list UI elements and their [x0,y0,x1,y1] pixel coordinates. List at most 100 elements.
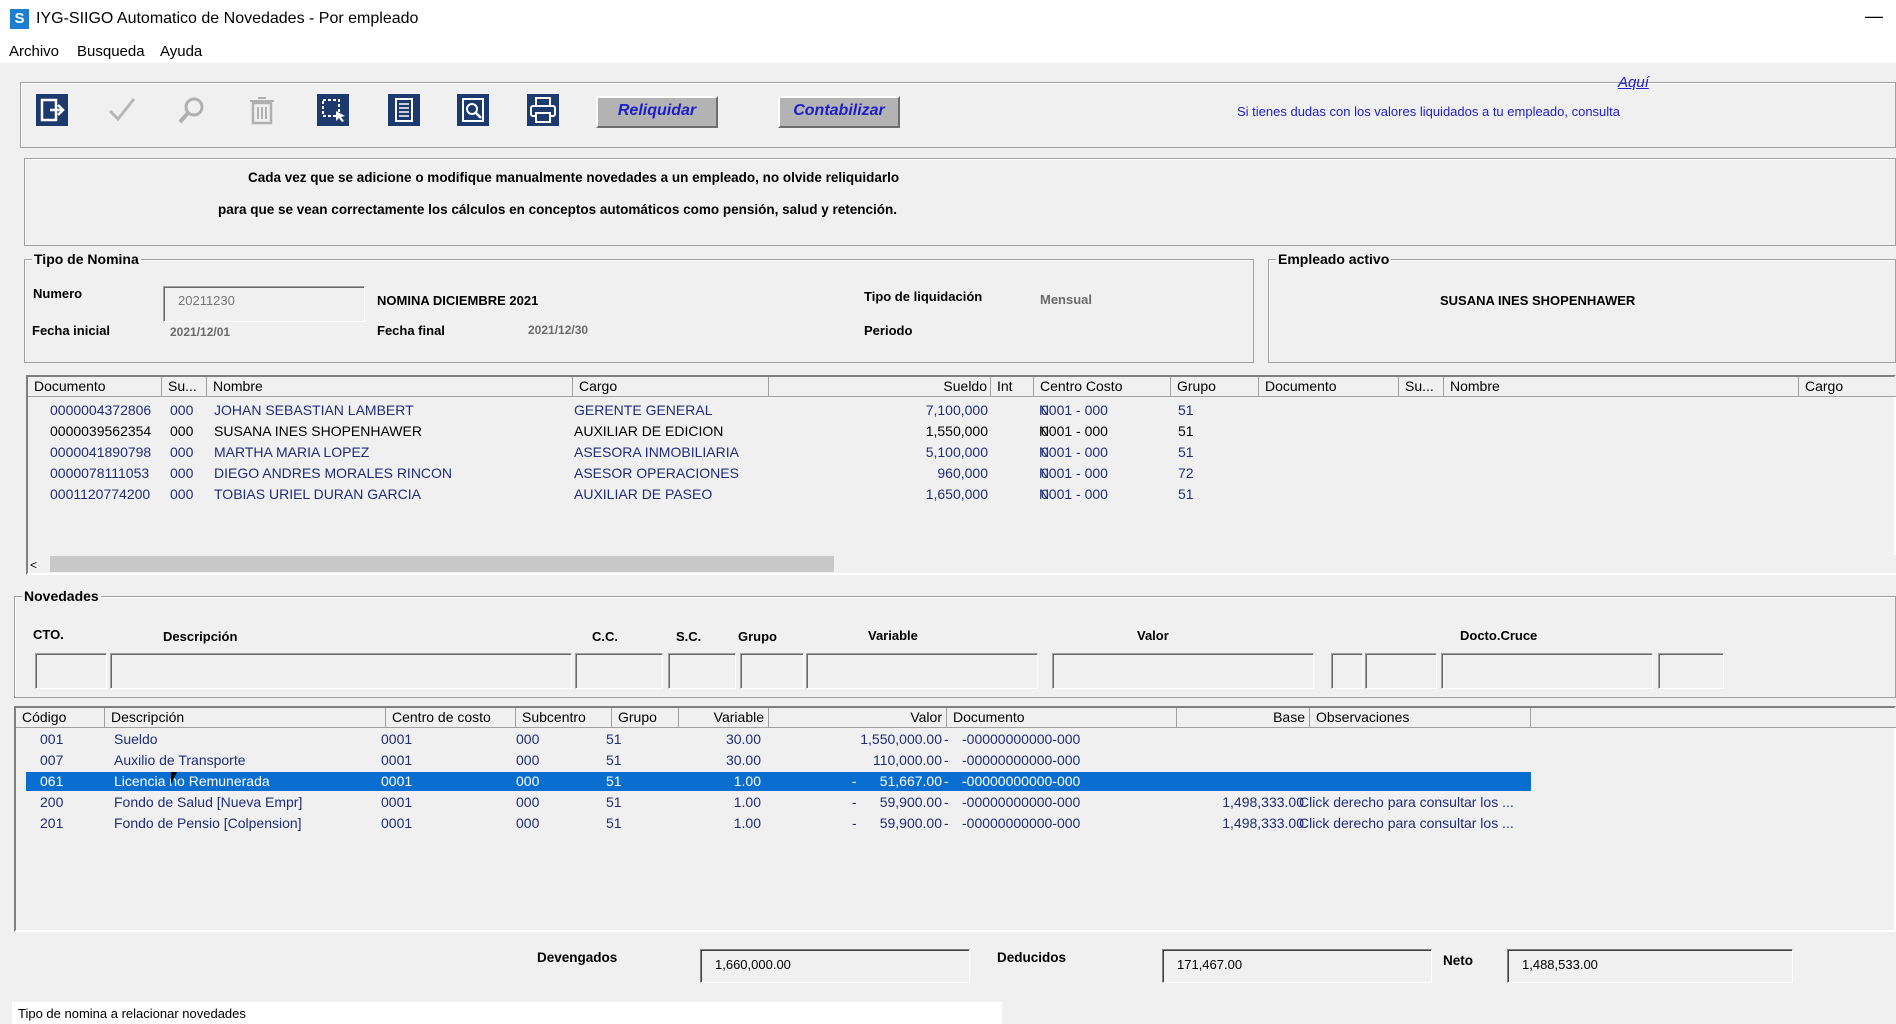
help-text: Si tienes dudas con los valores liquidad… [1237,104,1621,119]
cto-input[interactable] [35,653,107,689]
menu-busqueda[interactable]: Busqueda [77,43,145,60]
delete-button[interactable] [242,90,282,130]
fecha-final-value: 2021/12/30 [528,323,589,337]
print-button[interactable] [523,90,563,130]
valor-label: Valor [1137,628,1169,643]
preview-button[interactable] [453,90,493,130]
cc-input[interactable] [575,653,663,689]
search-icon [178,97,204,124]
scroll-left-icon[interactable]: < [30,558,37,572]
detail-header-3[interactable]: Subcentro [516,708,612,728]
detail-cell: 59,900.00 [879,815,942,831]
employee-cell: AUXILIAR DE EDICION [574,423,724,439]
employees-header-8[interactable]: Documento [1259,377,1399,397]
employees-header-4[interactable]: Sueldo [769,377,991,397]
detail-cell: 59,900.00 [879,794,942,810]
select-button[interactable] [313,90,353,130]
employees-header-6[interactable]: Centro Costo [1034,377,1171,397]
employee-cell: ASESORA INMOBILIARIA [574,444,739,460]
document-button[interactable] [384,90,424,130]
preview-icon [457,94,489,126]
menu-ayuda[interactable]: Ayuda [160,43,202,60]
detail-header-9[interactable]: Observaciones [1310,708,1531,728]
exit-button[interactable] [32,90,72,130]
employee-cell: 0000078111053 [50,465,150,481]
empleado-activo-label: Empleado activo [1276,251,1392,267]
help-link[interactable]: Aquí [1618,74,1649,91]
employee-cell: 7,100,000 [925,402,988,418]
employee-cell: 0000041890798 [50,444,152,460]
novedades-detail-grid[interactable]: Código Descripción Centro de costo Subcentr… [14,706,1896,932]
detail-cell: 1.00 [733,773,761,789]
detail-header-7[interactable]: Documento [947,708,1177,728]
employees-header-9[interactable]: Su... [1399,377,1444,397]
docto-cruce-prefix-input[interactable] [1365,653,1437,689]
detail-header-4[interactable]: Grupo [612,708,679,728]
employee-cell: 72 [1178,465,1194,481]
employees-grid[interactable]: Documento Su... Nombre Cargo Sueldo Int Centro… [26,375,1896,575]
detail-cell [1176,729,1304,750]
empleado-activo-name: SUSANA INES SHOPENHAWER [1440,293,1636,308]
employee-cell: ASESOR OPERACIONES [574,465,739,481]
employee-cell: 000 [170,465,194,481]
minimize-button[interactable]: — [1862,4,1886,30]
app-logo-icon: S [10,9,29,29]
detail-cell: 1.00 [733,794,761,810]
reliquidar-button[interactable]: Reliquidar [596,96,718,128]
grupo-input[interactable] [740,653,804,689]
employee-cell: 0001 - 000 [1041,465,1108,481]
employee-cell: 0000039562354 [50,423,152,439]
employees-header-0[interactable]: Documento [28,377,162,397]
detail-header-1[interactable]: Descripción [105,708,386,728]
employee-cell: 000 [170,402,194,418]
detail-cell: 200 [40,794,64,810]
numero-field[interactable]: 20211230 [163,286,365,322]
employees-header-10[interactable]: Nombre [1444,377,1799,397]
docto-cruce-number-input[interactable] [1441,653,1653,689]
detail-cell: Sueldo [114,731,158,747]
employees-header-1[interactable]: Su... [162,377,207,397]
detail-header-6[interactable]: Valor [769,708,947,728]
contabilizar-button[interactable]: Contabilizar [778,96,900,128]
devengados-label: Devengados [537,950,618,965]
tipo-nomina-label: Tipo de Nomina [32,251,141,267]
descripcion-label: Descripción [163,629,238,644]
numero-label: Numero [33,286,83,301]
devengados-field: 1,660,000.00 [700,949,970,983]
detail-cell: 51 [606,773,622,789]
detail-header-2[interactable]: Centro de costo [386,708,516,728]
detail-cell: Fondo de Pensio [Colpension] [114,815,302,831]
detail-cell: 0001 [381,731,413,747]
variable-input[interactable] [806,653,1038,689]
search-button[interactable] [172,90,212,130]
employees-header-3[interactable]: Cargo [573,377,769,397]
employees-scroll-thumb[interactable] [50,556,834,572]
accept-button[interactable] [102,90,142,130]
docto-cruce-suffix-input[interactable] [1658,653,1724,689]
detail-header-0[interactable]: Código [16,708,105,728]
novedades-label: Novedades [22,588,101,604]
detail-cell: - [944,815,949,831]
menu-archivo[interactable]: Archivo [9,43,59,60]
select-icon [317,94,349,126]
detail-cell: 007 [40,752,64,768]
employees-header-7[interactable]: Grupo [1171,377,1259,397]
detail-cell: - [944,752,949,768]
sc-input[interactable] [668,653,736,689]
window-title: IYG-SIIGO Automatico de Novedades - Por … [36,10,419,27]
employees-header-2[interactable]: Nombre [207,377,573,397]
detail-cell: 51,667.00 [879,773,942,789]
employees-header-5[interactable]: Int [991,377,1034,397]
docto-cruce-type-input[interactable] [1331,653,1363,689]
detail-cell: 1,498,333.00 [1222,794,1304,810]
detail-cell: 0001 [381,815,413,831]
status-text: Tipo de nomina a relacionar novedades [18,1006,246,1021]
detail-header-5[interactable]: Variable [679,708,769,728]
detail-header-8[interactable]: Base [1177,708,1310,728]
neto-field: 1,488,533.00 [1507,949,1793,983]
detail-header-filler [1531,708,1896,728]
valor-input[interactable] [1052,653,1314,689]
check-icon [108,98,136,122]
descripcion-input[interactable] [110,653,572,689]
employees-header-11[interactable]: Cargo [1799,377,1896,397]
